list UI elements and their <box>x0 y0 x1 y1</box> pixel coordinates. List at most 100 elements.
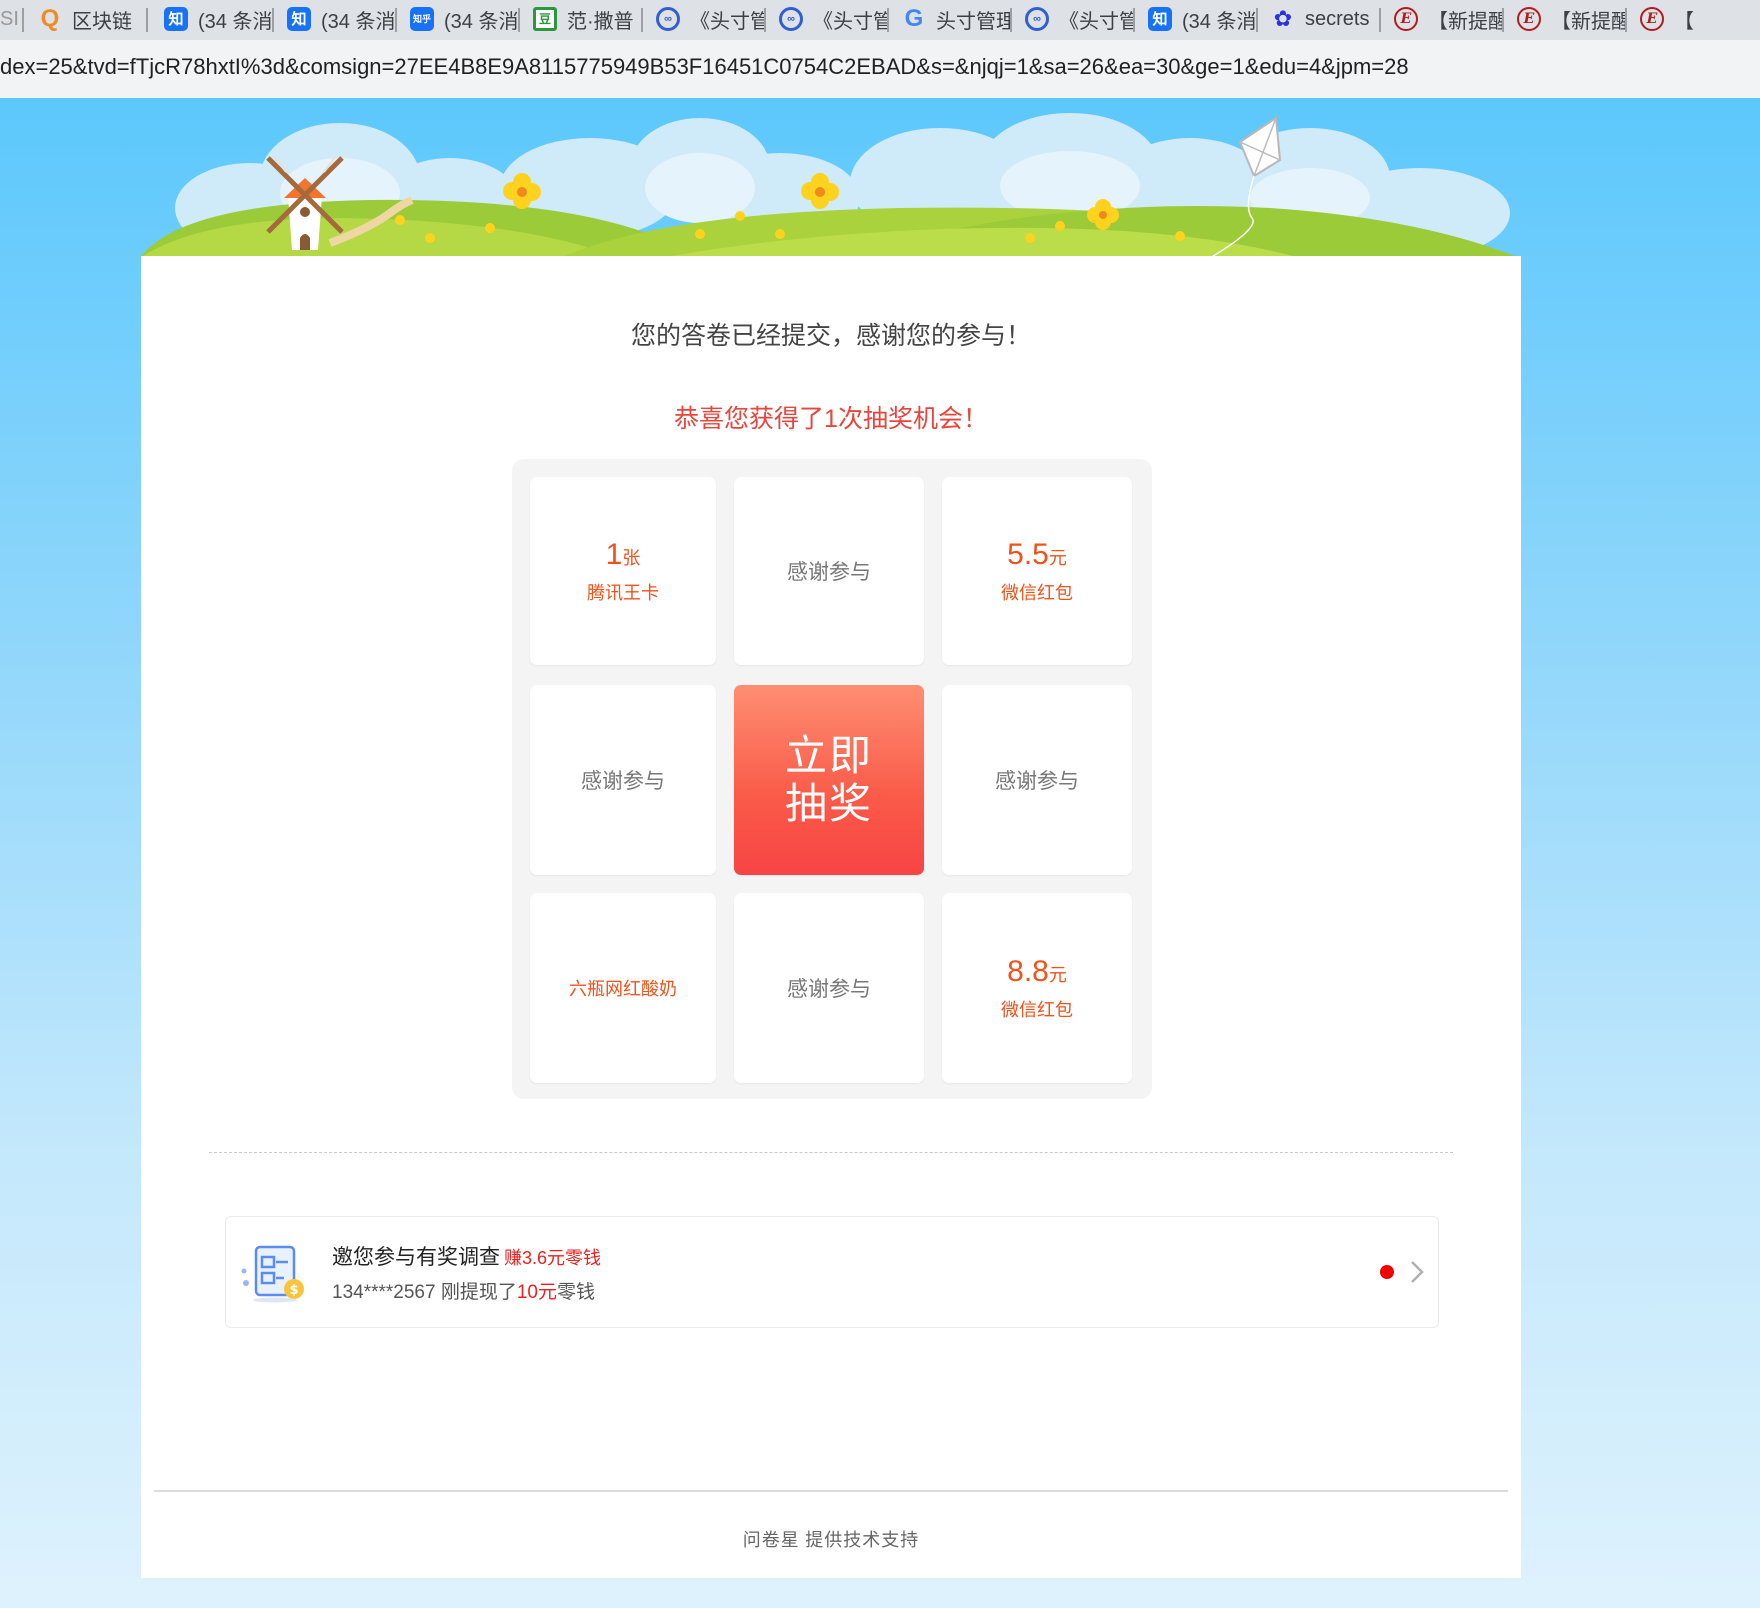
baidu-paw-icon: ✿ <box>1273 6 1293 31</box>
draw-button-label-2: 抽奖 <box>784 780 873 827</box>
browser-tab[interactable]: 豆 范·撒普 <box>533 0 643 38</box>
browser-tab[interactable]: 知乎 (34 条消 <box>410 0 520 38</box>
lottery-grid: 1张 腾讯王卡 感谢参与 5.5元 微信红包 感谢参与 立即 抽奖 感谢参与 六… <box>512 459 1152 1099</box>
prize-desc: 微信红包 <box>1001 999 1073 1020</box>
zhihu-icon: 知 <box>287 7 311 31</box>
prize-text: 六瓶网红酸奶 <box>569 979 677 999</box>
tab-separator <box>1379 8 1381 32</box>
toutiao-icon: ∞ <box>779 7 803 31</box>
tab-separator <box>518 8 520 32</box>
chevron-right-icon[interactable] <box>1406 1259 1428 1285</box>
prize-cell-thanks: 感谢参与 <box>734 893 924 1083</box>
tab-separator <box>146 8 148 32</box>
prize-cell-redpacket-8-8: 8.8元 微信红包 <box>942 893 1132 1083</box>
browser-tab[interactable]: ∞ 《头寸管 <box>779 0 889 38</box>
zhihu-icon: 知 <box>1148 7 1172 31</box>
submission-thanks: 您的答卷已经提交，感谢您的参与！ <box>630 322 1031 350</box>
google-icon: G <box>904 5 924 32</box>
tab-separator <box>1625 8 1627 32</box>
invite-sub-suffix: 零钱 <box>556 1282 595 1303</box>
prize-cell-thanks: 感谢参与 <box>942 685 1132 875</box>
prize-amount: 1张 <box>606 538 641 575</box>
prize-cell-redpacket-5-5: 5.5元 微信红包 <box>942 477 1132 665</box>
prize-amount-unit: 元 <box>1048 964 1067 985</box>
prize-text: 感谢参与 <box>787 978 871 1001</box>
tab-separator <box>272 8 274 32</box>
section-divider <box>209 1152 1453 1153</box>
browser-tab[interactable]: 知 (34 条消 <box>1148 0 1258 38</box>
result-card: 您的答卷已经提交，感谢您的参与！ 恭喜您获得了1次抽奖机会！ 1张 腾讯王卡 感… <box>141 256 1521 1578</box>
qq-browser-icon: Q <box>40 5 60 32</box>
prize-amount-value: 1 <box>605 537 623 571</box>
tab-title: 【新提醒 <box>1551 10 1627 33</box>
prize-text: 感谢参与 <box>995 770 1079 793</box>
tab-title: (34 条消 <box>444 10 519 33</box>
e-icon: E <box>1394 7 1418 31</box>
tab-separator <box>1256 8 1258 32</box>
browser-tab[interactable]: SI <box>0 0 24 38</box>
tab-separator <box>1010 8 1012 32</box>
tab-title: 《头寸管 <box>690 10 766 33</box>
powered-by-footer[interactable]: 问卷星 提供技术支持 <box>141 1526 1521 1552</box>
browser-tab[interactable]: G 头寸管理 <box>902 0 1012 38</box>
landscape-banner <box>140 113 1520 258</box>
svg-text:$: $ <box>289 1283 298 1298</box>
invite-earn-badge: 赚3.6元零钱 <box>504 1248 602 1268</box>
notification-dot <box>1380 1265 1394 1279</box>
zhihu-icon: 知 <box>164 7 188 31</box>
tab-separator <box>1502 8 1504 32</box>
browser-tab[interactable]: E 【 <box>1640 0 1740 38</box>
draw-button-label-1: 立即 <box>784 732 873 779</box>
address-bar[interactable]: dex=25&tvd=fTjcR78hxtI%3d&comsign=27EE4B… <box>0 40 1760 99</box>
prize-amount-unit: 元 <box>1048 547 1067 568</box>
prize-text: 感谢参与 <box>581 770 665 793</box>
invite-subtitle: 134****2567 刚提现了10元零钱 <box>332 1277 595 1304</box>
douban-icon: 豆 <box>533 7 557 31</box>
tab-title: 【新提醒 <box>1428 10 1504 33</box>
e-icon: E <box>1517 7 1541 31</box>
prize-cell-thanks: 感谢参与 <box>734 477 924 665</box>
prize-cell-wangka: 1张 腾讯王卡 <box>530 477 716 665</box>
tab-title: 《头寸管 <box>1059 10 1135 33</box>
browser-tab-strip: SI Q 区块链 知 (34 条消 知 (34 条消 知乎 (34 条消 豆 范… <box>0 0 1760 40</box>
tab-separator <box>887 8 889 32</box>
prize-desc: 微信红包 <box>1001 582 1073 603</box>
prize-amount-value: 8.8 <box>1007 954 1049 988</box>
tab-title: SI <box>0 7 19 30</box>
browser-tab[interactable]: ✿ secrets <box>1271 0 1381 38</box>
prize-amount: 8.8元 <box>1007 955 1067 992</box>
prize-desc: 腾讯王卡 <box>587 582 659 603</box>
browser-tab[interactable]: Q 区块链 <box>38 0 148 38</box>
tab-separator <box>764 8 766 32</box>
tab-separator <box>641 8 643 32</box>
url-text[interactable]: dex=25&tvd=fTjcR78hxtI%3d&comsign=27EE4B… <box>0 54 1409 80</box>
tab-title: (34 条消 <box>1182 10 1257 33</box>
browser-tab[interactable]: ∞ 《头寸管 <box>1025 0 1135 38</box>
prize-cell-yogurt: 六瓶网红酸奶 <box>530 893 716 1083</box>
tab-title: 范·撒普 <box>567 10 634 33</box>
toutiao-icon: ∞ <box>656 7 680 31</box>
zhihu-app-icon: 知乎 <box>410 7 434 31</box>
tab-separator <box>1133 8 1135 32</box>
tab-title: 【 <box>1674 10 1694 33</box>
prize-amount-unit: 张 <box>622 547 641 568</box>
prize-amount-value: 5.5 <box>1007 537 1049 571</box>
browser-tab[interactable]: 知 (34 条消 <box>287 0 397 38</box>
tab-title: 头寸管理 <box>936 10 1012 33</box>
browser-tab[interactable]: 知 (34 条消 <box>164 0 274 38</box>
prize-amount: 5.5元 <box>1007 538 1067 575</box>
tab-title: 《头寸管 <box>813 10 889 33</box>
invite-survey-banner[interactable]: $ 邀您参与有奖调查 赚3.6元零钱 134****2567 刚提现了10元零钱 <box>225 1216 1439 1328</box>
toutiao-icon: ∞ <box>1025 7 1049 31</box>
prize-cell-thanks: 感谢参与 <box>530 685 716 875</box>
browser-tab[interactable]: E 【新提醒 <box>1517 0 1627 38</box>
browser-tab[interactable]: E 【新提醒 <box>1394 0 1504 38</box>
footer-divider <box>154 1490 1508 1492</box>
invite-sub-amount: 10元 <box>516 1282 557 1303</box>
browser-tab[interactable]: ∞ 《头寸管 <box>656 0 766 38</box>
e-icon: E <box>1640 7 1664 31</box>
tab-separator <box>395 8 397 32</box>
survey-document-icon: $ <box>241 1245 304 1303</box>
draw-button[interactable]: 立即 抽奖 <box>734 685 924 875</box>
tab-title: (34 条消 <box>321 10 396 33</box>
